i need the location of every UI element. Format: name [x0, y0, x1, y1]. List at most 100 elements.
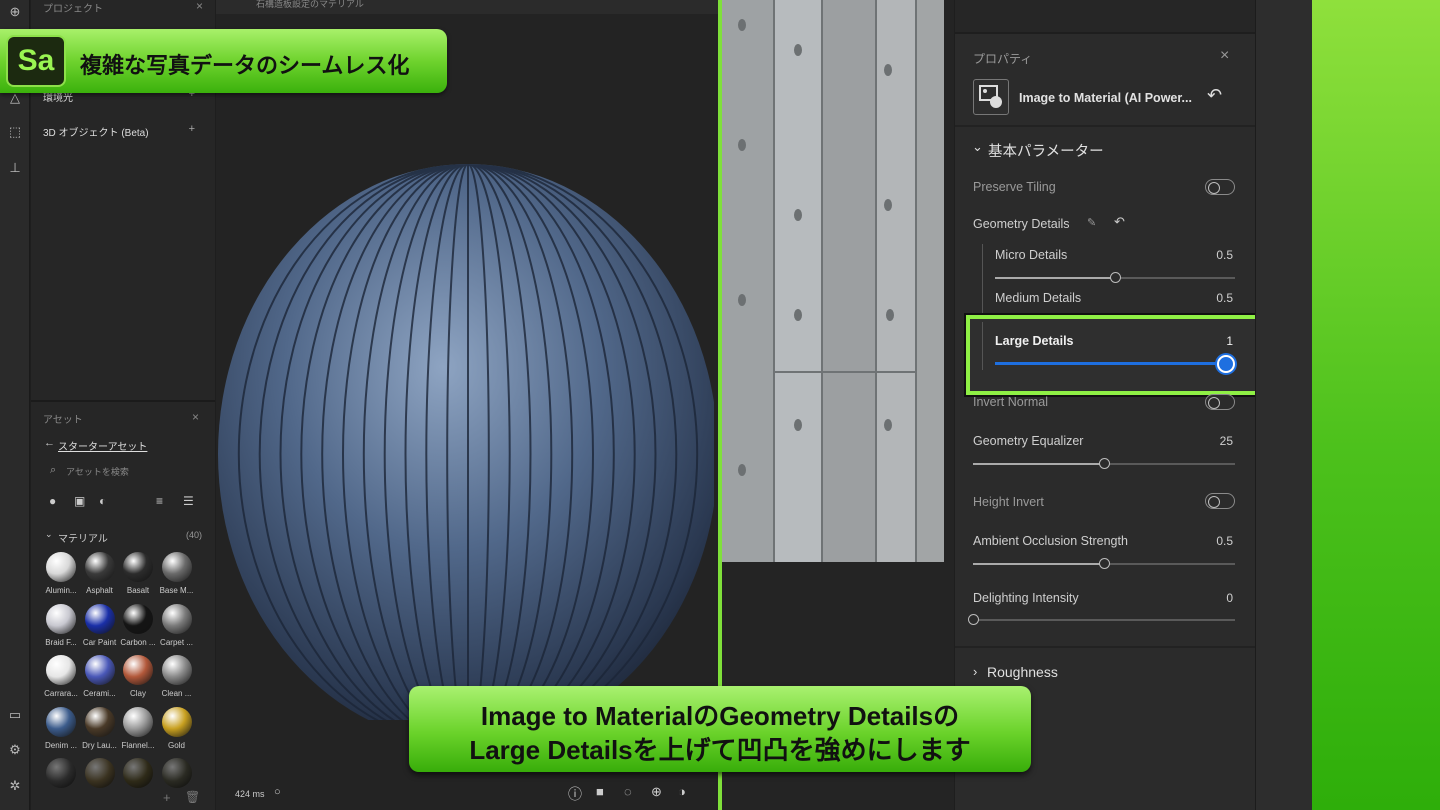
light-filter-icon[interactable]: ◐	[99, 494, 106, 508]
chevron-down-icon[interactable]: ⌄	[972, 139, 983, 155]
large-details-label: Large Details	[995, 334, 1074, 348]
close-icon[interactable]: ×	[1220, 47, 1229, 65]
add-icon[interactable]: +	[163, 790, 171, 805]
material-swatch	[46, 552, 76, 582]
material-swatch	[161, 655, 192, 685]
list-view-icon[interactable]: ☰	[183, 494, 194, 508]
geometry-details-label: Geometry Details	[973, 217, 1070, 231]
material-thumb[interactable]: Gold	[153, 703, 201, 751]
tree-item-3d-object[interactable]: 3D オブジェクト (Beta)	[43, 124, 149, 139]
ao-strength-label: Ambient Occlusion Strength	[973, 534, 1128, 548]
render-mode-icon[interactable]: ◑	[678, 784, 686, 799]
green-background	[1312, 0, 1440, 810]
reset-icon[interactable]: ↶	[1207, 85, 1222, 106]
node-title: Image to Material (AI Power...	[1019, 91, 1192, 105]
plugin-icon[interactable]: ✲	[5, 776, 25, 796]
add-icon[interactable]: ⊕	[5, 2, 25, 22]
material-thumb[interactable]: Clean ...	[153, 651, 201, 699]
material-swatch	[46, 603, 76, 634]
add-icon[interactable]: +	[189, 123, 195, 135]
sort-icon[interactable]: ≡	[156, 494, 163, 508]
material-swatch	[84, 655, 115, 685]
height-invert-toggle[interactable]	[1205, 493, 1235, 509]
camera-icon[interactable]: ■	[596, 784, 604, 799]
material-swatch	[84, 758, 115, 788]
preserve-tiling-toggle[interactable]	[1205, 179, 1235, 195]
delighting-label: Delighting Intensity	[973, 591, 1079, 605]
geometry-equalizer-slider-fill	[973, 463, 1104, 465]
ao-strength-value[interactable]: 0.5	[1193, 534, 1233, 548]
back-arrow-icon[interactable]: ←	[44, 437, 55, 449]
material-label: Base M...	[159, 586, 194, 595]
chevron-right-icon[interactable]: ›	[973, 664, 977, 679]
info-icon[interactable]: ⓘ	[568, 784, 582, 804]
micro-details-label: Micro Details	[995, 248, 1068, 262]
starter-assets-link[interactable]: スターターアセット	[58, 438, 147, 453]
divider	[955, 646, 1255, 648]
banner-title: 複雑な写真データのシームレス化	[80, 53, 410, 78]
height-invert-label: Height Invert	[973, 495, 1044, 509]
select-icon[interactable]: ⬚	[5, 122, 25, 142]
invert-normal-label: Invert Normal	[973, 395, 1049, 409]
render-status-icon: ○	[274, 786, 281, 798]
material-swatch	[123, 655, 153, 685]
ao-strength-slider-knob[interactable]	[1099, 558, 1110, 569]
material-thumb[interactable]: Carpet ...	[153, 600, 201, 648]
render-time: 424 ms	[235, 789, 265, 799]
caption-line-2: Large Detailsを上げて凹凸を強めにします	[469, 735, 971, 765]
caption-line-1: Image to MaterialのGeometry Detailsの	[480, 701, 960, 731]
large-details-value[interactable]: 1	[1193, 334, 1233, 348]
section-roughness[interactable]: Roughness	[987, 664, 1058, 680]
material-thumb[interactable]: Base M...	[153, 548, 201, 596]
material-swatch	[161, 706, 192, 737]
delighting-slider-track[interactable]	[973, 619, 1235, 621]
environment-icon[interactable]: ⊕	[651, 784, 662, 800]
right-dock	[1255, 0, 1312, 810]
image-to-material-icon	[973, 79, 1009, 115]
invert-normal-toggle[interactable]	[1205, 394, 1235, 410]
geometry-equalizer-label: Geometry Equalizer	[973, 434, 1084, 448]
group-indent-line	[982, 244, 983, 314]
micro-details-slider-knob[interactable]	[1110, 272, 1121, 283]
trash-icon[interactable]: 🗑	[185, 790, 200, 804]
image-filter-icon[interactable]: ▣	[74, 494, 85, 508]
delighting-value[interactable]: 0	[1193, 591, 1233, 605]
reset-icon[interactable]: ↶	[1114, 214, 1125, 230]
medium-details-value[interactable]: 0.5	[1193, 291, 1233, 305]
section-label-materials: マテリアル	[58, 534, 108, 545]
properties-topbar	[955, 0, 1255, 34]
properties-header: プロパティ	[973, 52, 1033, 66]
material-swatch	[84, 552, 115, 582]
geometry-equalizer-slider-knob[interactable]	[1099, 458, 1110, 469]
micro-details-value[interactable]: 0.5	[1193, 248, 1233, 262]
screen-icon[interactable]: ▭	[5, 705, 25, 725]
preserve-tiling-label: Preserve Tiling	[973, 180, 1056, 194]
material-swatch	[123, 706, 153, 737]
divider	[955, 125, 1255, 127]
delighting-slider-knob[interactable]	[968, 614, 979, 625]
material-swatch	[84, 603, 115, 634]
pin-icon[interactable]: ✎	[1087, 216, 1096, 229]
left-toolbar: ⊕ △ ⬚ ⊥ ▭ ⚙ ✲	[0, 0, 30, 810]
close-icon[interactable]: ×	[196, 0, 203, 13]
sphere-filter-icon[interactable]: ●	[49, 494, 56, 508]
medium-details-label: Medium Details	[995, 291, 1082, 305]
light-icon[interactable]: ◌	[624, 784, 632, 799]
large-details-slider-track[interactable]	[995, 362, 1227, 365]
material-preview-sphere[interactable]	[216, 164, 714, 720]
large-details-slider-knob[interactable]	[1217, 355, 1235, 373]
chevron-down-icon[interactable]: ⌄	[45, 529, 53, 540]
asset-search-input[interactable]: アセットを検索	[66, 465, 129, 478]
material-label: Clean ...	[161, 689, 192, 698]
geometry-equalizer-value[interactable]: 25	[1193, 434, 1233, 448]
section-basic-parameters[interactable]: 基本パラメーター	[988, 140, 1104, 161]
material-swatch	[161, 758, 192, 788]
search-icon: ⌕	[50, 464, 57, 476]
material-swatch	[84, 706, 115, 737]
stamp-icon[interactable]: ⊥	[5, 158, 25, 178]
close-icon[interactable]: ×	[192, 410, 199, 424]
material-swatch	[46, 706, 76, 737]
texture-preview	[722, 0, 944, 562]
caption-box: Image to MaterialのGeometry Detailsの Larg…	[409, 686, 1031, 772]
settings-icon[interactable]: ⚙	[5, 740, 25, 760]
